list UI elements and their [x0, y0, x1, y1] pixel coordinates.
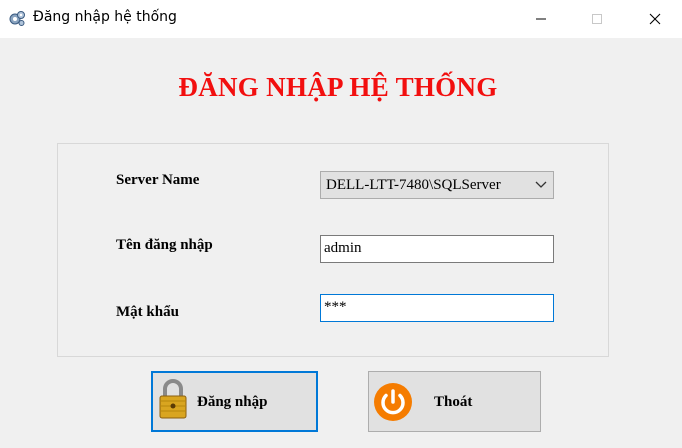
- title-bar: Đăng nhập hệ thống: [0, 0, 682, 38]
- server-name-select[interactable]: DELL-LTT-7480\SQLServer: [320, 171, 554, 199]
- gears-app-icon: [9, 11, 25, 26]
- password-label: Mật khẩu: [116, 304, 179, 320]
- server-name-value: DELL-LTT-7480\SQLServer: [326, 177, 501, 193]
- page-heading: ĐĂNG NHẬP HỆ THỐNG: [178, 72, 498, 102]
- exit-button[interactable]: Thoát: [368, 371, 541, 432]
- username-label: Tên đăng nhập: [116, 237, 213, 253]
- password-input[interactable]: ***: [320, 294, 554, 322]
- minimize-button[interactable]: [518, 0, 564, 38]
- close-button[interactable]: [632, 0, 678, 38]
- exit-button-label: Thoát: [434, 394, 473, 410]
- close-icon: [649, 13, 661, 25]
- maximize-icon: [592, 14, 602, 24]
- username-input[interactable]: admin: [320, 235, 554, 263]
- server-name-label: Server Name: [116, 172, 200, 188]
- login-button-label: Đăng nhập: [197, 394, 268, 410]
- padlock-icon: [159, 379, 187, 419]
- window-title: Đăng nhập hệ thống: [33, 9, 177, 25]
- maximize-button[interactable]: [574, 0, 620, 38]
- chevron-down-icon: [535, 181, 547, 188]
- power-icon: [374, 383, 412, 421]
- login-button[interactable]: Đăng nhập: [151, 371, 318, 432]
- minimize-icon: [536, 18, 546, 20]
